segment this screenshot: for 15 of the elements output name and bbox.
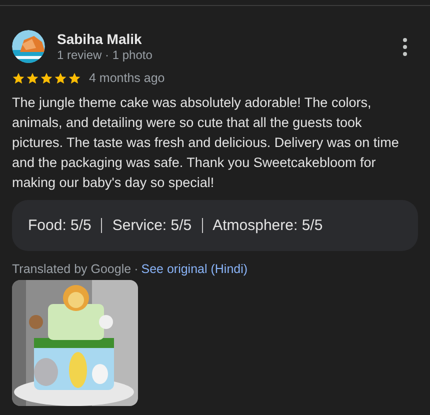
review-text: The jungle theme cake was absolutely adorable! The colors, animals, and detailing were so cute that all the guests took pictures. The taste was fresh and delicious. Delivery was on time and the packaging was safe. Thank you Sweetcakebloom for making our baby's day so special! — [12, 94, 400, 192]
review-date: 4 months ago — [89, 71, 165, 85]
star-icon — [26, 72, 39, 84]
star-icon — [68, 72, 81, 84]
rating-label: Food: 5/5 — [28, 217, 92, 234]
rating-label: Atmosphere: 5/5 — [212, 217, 323, 234]
translation-note: Translated by Google — [12, 262, 132, 276]
star-icon — [12, 72, 25, 84]
separator-dot: · — [134, 262, 138, 276]
reviewer-name[interactable]: Sabiha Malik — [57, 31, 398, 47]
star-icon — [54, 72, 67, 84]
see-original-link[interactable]: See original (Hindi) — [141, 262, 248, 276]
star-icon — [40, 72, 53, 84]
rating-label: Service: 5/5 — [112, 217, 192, 234]
reviewer-stats: 1 review · 1 photo — [57, 48, 154, 62]
